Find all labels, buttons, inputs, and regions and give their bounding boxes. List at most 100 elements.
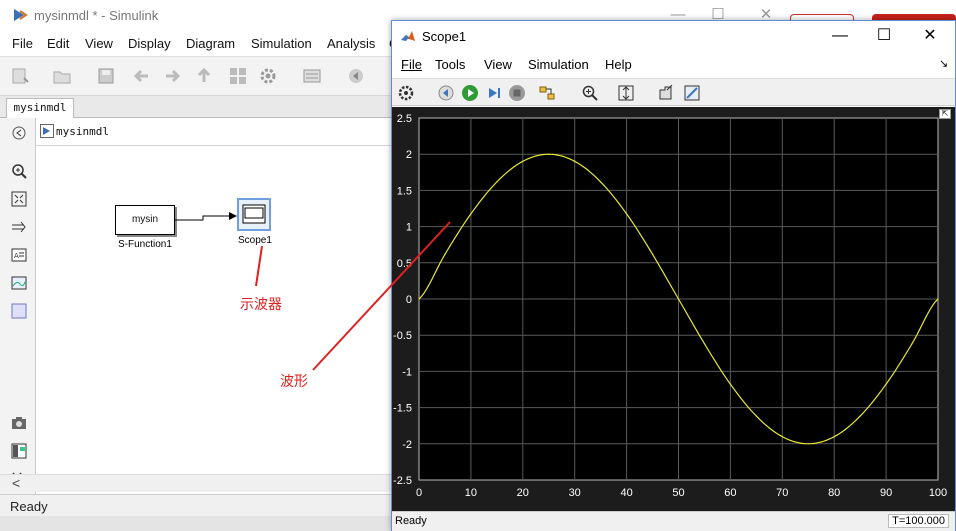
simulink-status-text: Ready <box>10 499 48 514</box>
annotation-arrows <box>255 245 263 287</box>
data-point <box>833 436 835 438</box>
scope-menu-simulation[interactable]: Simulation <box>528 57 589 72</box>
scope-maximize-button[interactable]: ☐ <box>873 25 895 47</box>
data-point <box>937 298 939 300</box>
menu-file[interactable]: File <box>12 36 33 51</box>
new-model-icon[interactable] <box>10 66 30 86</box>
scope-chart: 0 10 20 30 40 50 60 70 80 90 100 2.5 2 1.5 1 0.5 0 -0.5 -1… <box>393 113 947 499</box>
menu-simulation[interactable]: Simulation <box>251 36 312 51</box>
scale-axes-icon[interactable] <box>617 84 635 102</box>
run-icon[interactable] <box>461 84 479 102</box>
x-tick-label: 80 <box>828 487 840 499</box>
stop-icon[interactable] <box>508 84 526 102</box>
image-icon[interactable] <box>10 274 28 292</box>
scope-plot-area[interactable]: ⇱ 0 10 20 30 40 50 60 70 80 90 100 2.5 2 1.5 1 0.5 0 -0.5… <box>392 107 955 511</box>
step-forward-icon[interactable] <box>485 84 503 102</box>
arrow-right-icon[interactable] <box>10 218 28 236</box>
data-point <box>548 153 550 155</box>
scope-titlebar: Scope1 — ☐ ✕ <box>392 21 955 51</box>
y-tick-label: -2 <box>402 439 412 451</box>
data-point <box>677 298 680 300</box>
highlight-block-icon[interactable] <box>538 84 556 102</box>
scope-toolbar <box>392 78 955 106</box>
step-back-icon[interactable] <box>437 84 455 102</box>
scope-menu-file[interactable]: File <box>401 57 422 72</box>
scope-settings-icon[interactable] <box>397 84 415 102</box>
zoom-in-icon[interactable] <box>10 162 28 180</box>
data-point <box>574 160 576 162</box>
data-point <box>703 343 706 345</box>
breadcrumb-model-name[interactable]: mysinmdl <box>56 125 109 138</box>
model-browser-icon[interactable] <box>10 442 28 460</box>
scroll-left-arrow[interactable]: < <box>12 475 20 491</box>
scope-menu-help[interactable]: Help <box>605 57 632 72</box>
library-browser-icon[interactable] <box>228 66 248 86</box>
data-point <box>444 253 446 255</box>
data-point <box>885 383 887 385</box>
camera-icon[interactable] <box>10 414 28 432</box>
horizontal-scrollbar[interactable]: < <box>0 474 392 492</box>
data-point <box>651 253 654 255</box>
simulink-model-icon <box>40 124 54 138</box>
waveform-annotation: 波形 <box>280 373 308 389</box>
scope-menubar: File Tools View Simulation Help ↘ <box>392 51 955 77</box>
data-point <box>522 160 524 162</box>
data-point <box>729 383 731 385</box>
data-point <box>911 343 913 345</box>
back-arrow-icon[interactable] <box>132 66 152 86</box>
x-tick-label: 60 <box>724 487 736 499</box>
scope-minimize-button[interactable]: — <box>829 25 851 47</box>
menu-diagram[interactable]: Diagram <box>186 36 235 51</box>
y-tick-label: 0 <box>406 294 412 306</box>
y-tick-label: 2.5 <box>397 113 412 125</box>
open-folder-icon[interactable] <box>52 66 72 86</box>
model-explorer-icon[interactable] <box>302 66 322 86</box>
desktop: mysinmdl * - Simulink — ☐ ✕ File Edit Vi… <box>0 0 956 531</box>
area-icon[interactable] <box>10 302 28 320</box>
x-tick-label: 50 <box>672 487 684 499</box>
model-canvas[interactable]: mysin S-Function1 Scope1 示波器 波形 <box>36 146 396 476</box>
y-tick-label: 1 <box>406 222 412 234</box>
y-tick-label: -1.5 <box>393 403 412 415</box>
data-point <box>600 181 602 183</box>
step-back-icon[interactable] <box>346 66 366 86</box>
fit-to-view-icon[interactable] <box>10 190 28 208</box>
y-tick-label: -1 <box>402 366 412 378</box>
scope-annotation: 示波器 <box>240 296 282 312</box>
menu-edit[interactable]: Edit <box>47 36 69 51</box>
x-tick-label: 70 <box>776 487 788 499</box>
cursor-measure-icon[interactable] <box>657 84 675 102</box>
zoom-icon[interactable] <box>581 84 599 102</box>
left-palette: A <box>0 118 36 494</box>
menu-analysis[interactable]: Analysis <box>327 36 375 51</box>
svg-text:A: A <box>14 252 19 260</box>
style-icon[interactable] <box>683 84 701 102</box>
menu-display[interactable]: Display <box>128 36 171 51</box>
data-point <box>807 443 809 445</box>
matlab-logo-icon <box>400 29 416 45</box>
menu-view[interactable]: View <box>85 36 113 51</box>
scope-close-button[interactable]: ✕ <box>919 25 941 47</box>
x-tick-label: 40 <box>620 487 632 499</box>
tab-mysinmdl[interactable]: mysinmdl <box>6 98 74 118</box>
y-tick-label: 1.5 <box>397 185 412 197</box>
settings-gear-icon[interactable] <box>258 66 278 86</box>
annotation-icon[interactable]: A <box>10 246 28 264</box>
scope-statusbar: Ready T=100.000 <box>392 511 955 531</box>
data-point <box>418 298 420 300</box>
y-tick-label: -2.5 <box>393 475 412 487</box>
scope-window: Scope1 — ☐ ✕ File Tools View Simulation … <box>391 20 956 531</box>
x-tick-label: 30 <box>569 487 581 499</box>
hide-explorer-icon[interactable] <box>10 124 28 142</box>
scope-menu-tools[interactable]: Tools <box>435 57 465 72</box>
window-title: mysinmdl * - Simulink <box>34 8 159 23</box>
x-tick-label: 0 <box>416 487 422 499</box>
scope-menu-view[interactable]: View <box>484 57 512 72</box>
data-point <box>859 415 861 417</box>
forward-arrow-icon[interactable] <box>162 66 182 86</box>
dock-arrow-icon[interactable]: ↘ <box>939 57 948 70</box>
data-point <box>755 415 757 417</box>
up-arrow-icon[interactable] <box>194 66 214 86</box>
simulink-logo-icon <box>12 7 28 23</box>
save-icon[interactable] <box>96 66 116 86</box>
